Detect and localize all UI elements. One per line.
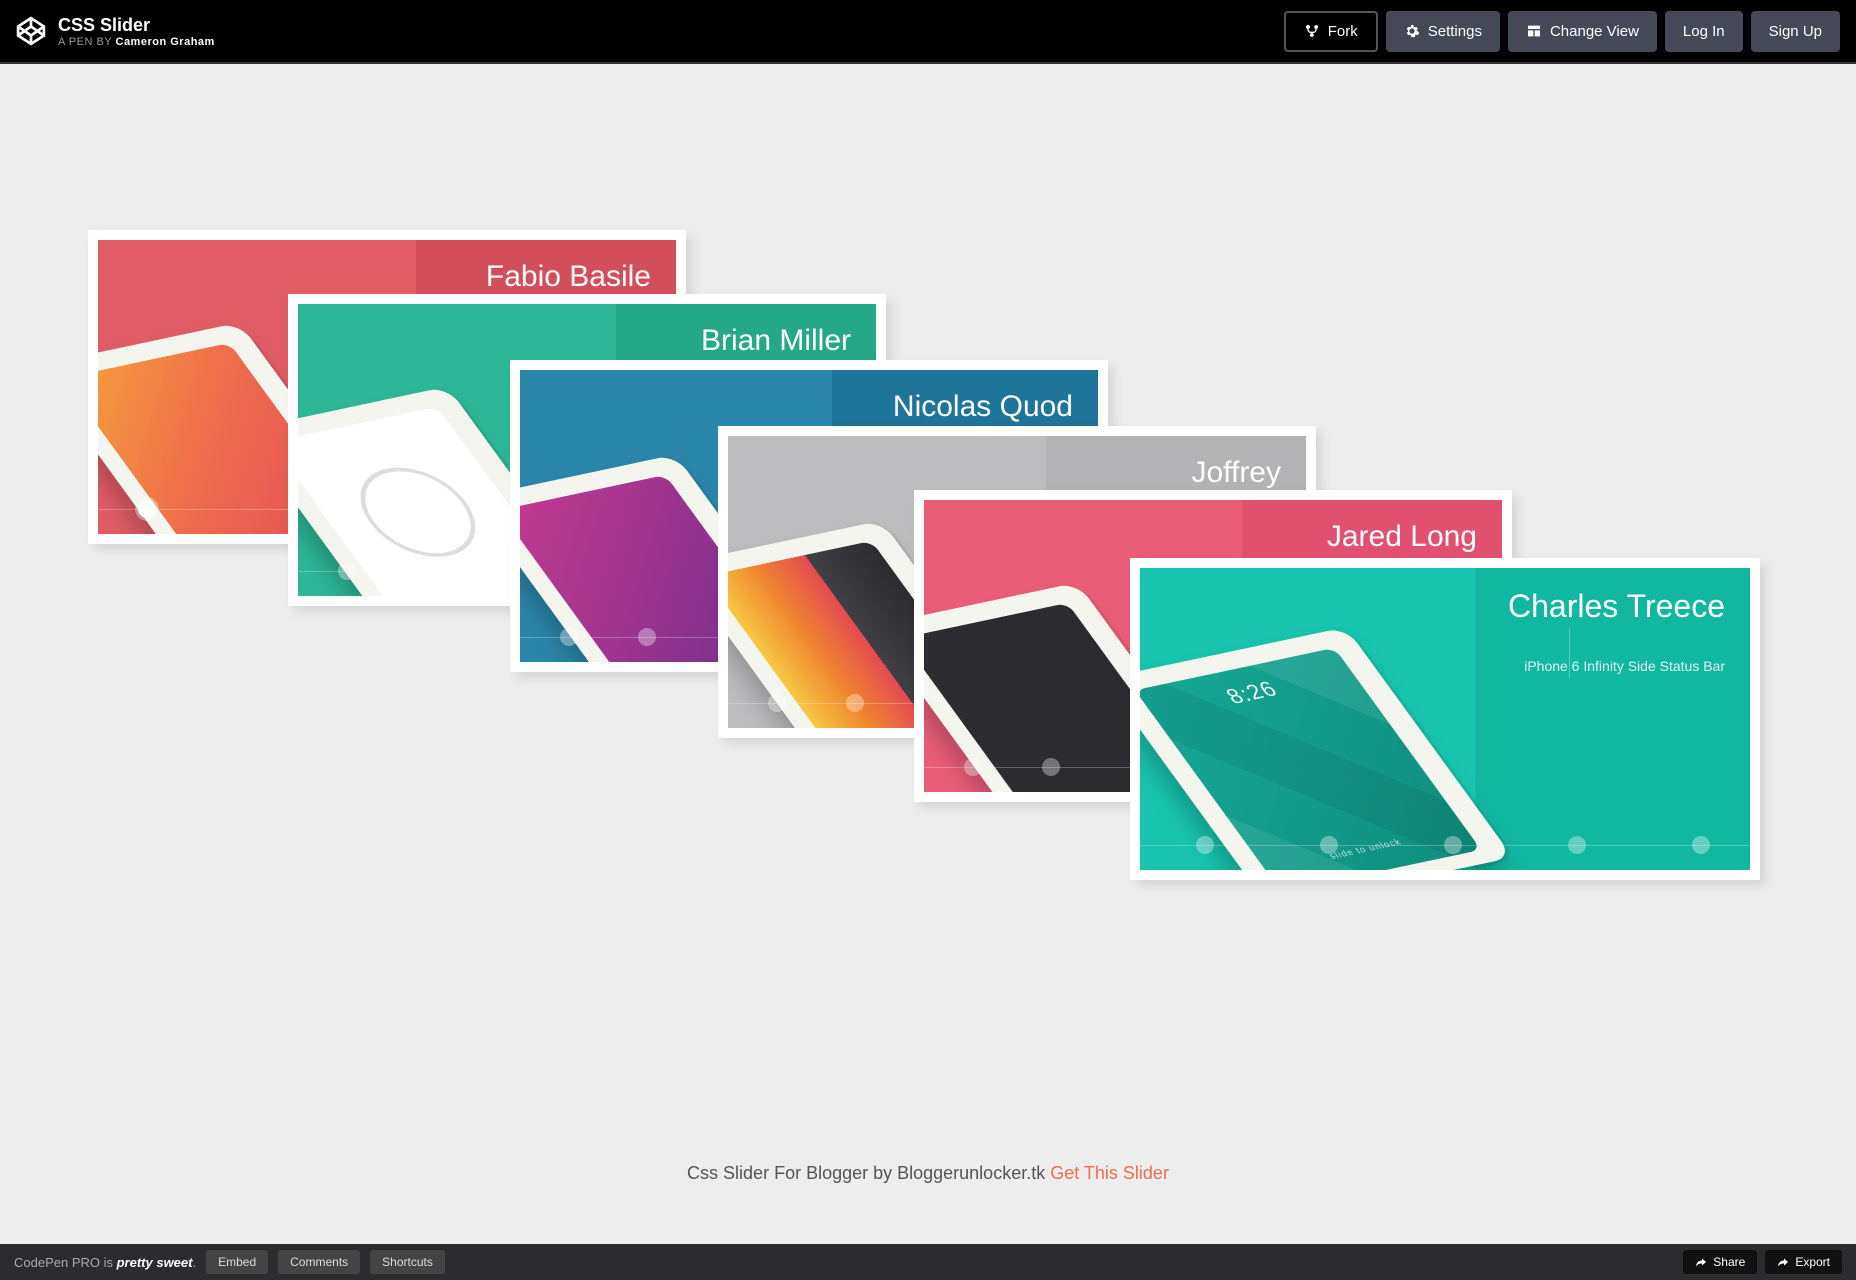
slider-dots: [768, 694, 864, 712]
header: CSS Slider A PEN BY Cameron Graham Fork …: [0, 0, 1856, 64]
slider-dots: [560, 628, 656, 646]
caption-link[interactable]: Get This Slider: [1050, 1163, 1169, 1183]
footer-left: CodePen PRO is pretty sweet. Embed Comme…: [14, 1250, 445, 1274]
promo-suffix: .: [192, 1255, 196, 1270]
signup-button[interactable]: Sign Up: [1751, 11, 1840, 52]
comments-button[interactable]: Comments: [278, 1250, 360, 1274]
share-label: Share: [1713, 1255, 1745, 1269]
slider-dot[interactable]: [846, 694, 864, 712]
change-view-button[interactable]: Change View: [1508, 11, 1657, 52]
card-inner: 8:26 slide to unlock Charles Treece iPho…: [1140, 568, 1750, 870]
slider-dot[interactable]: [138, 500, 156, 518]
slider-dot[interactable]: [1568, 836, 1586, 854]
login-label: Log In: [1683, 23, 1725, 40]
pen-byline: A PEN BY Cameron Graham: [58, 36, 215, 48]
author-link[interactable]: Cameron Graham: [116, 36, 215, 48]
phone-time: 8:26: [1221, 677, 1284, 710]
embed-button[interactable]: Embed: [206, 1250, 268, 1274]
signup-label: Sign Up: [1769, 23, 1822, 40]
slider-card-active[interactable]: 8:26 slide to unlock Charles Treece iPho…: [1130, 558, 1760, 880]
slider-dot[interactable]: [1196, 836, 1214, 854]
slider-dot[interactable]: [964, 758, 982, 776]
byline-prefix: A PEN BY: [58, 36, 116, 48]
fork-button[interactable]: Fork: [1284, 11, 1378, 52]
header-right: Fork Settings Change View Log In Sign Up: [1284, 11, 1840, 52]
fork-icon: [1304, 23, 1320, 39]
promo-bold: pretty sweet: [117, 1255, 193, 1270]
caption-text: Css Slider For Blogger by Bloggerunlocke…: [687, 1163, 1050, 1183]
slider-dot[interactable]: [768, 694, 786, 712]
change-view-label: Change View: [1550, 23, 1639, 40]
promo-text: CodePen PRO is pretty sweet.: [14, 1255, 196, 1270]
footer-right: Share Export: [1683, 1250, 1842, 1274]
export-button[interactable]: Export: [1765, 1250, 1842, 1274]
fork-label: Fork: [1328, 23, 1358, 40]
slider-dots: [964, 758, 1060, 776]
pen-title: CSS Slider: [58, 15, 215, 36]
card-title: Joffrey: [1192, 456, 1282, 490]
card-title: Charles Treece: [1508, 588, 1725, 625]
login-button[interactable]: Log In: [1665, 11, 1743, 52]
card-title: Nicolas Quod: [893, 390, 1073, 424]
footer: CodePen PRO is pretty sweet. Embed Comme…: [0, 1244, 1856, 1280]
export-icon: [1777, 1256, 1789, 1268]
slider-dot[interactable]: [560, 628, 578, 646]
layout-icon: [1526, 23, 1542, 39]
card-title: Fabio Basile: [486, 260, 651, 294]
caption: Css Slider For Blogger by Bloggerunlocke…: [0, 1163, 1856, 1184]
card-title: Jared Long: [1327, 520, 1477, 554]
gear-icon: [1404, 23, 1420, 39]
promo-prefix: CodePen PRO is: [14, 1255, 117, 1270]
card-subtitle: iPhone 6 Infinity Side Status Bar: [1524, 658, 1725, 674]
settings-label: Settings: [1428, 23, 1482, 40]
header-left: CSS Slider A PEN BY Cameron Graham: [16, 15, 215, 48]
settings-button[interactable]: Settings: [1386, 11, 1500, 52]
share-icon: [1695, 1256, 1707, 1268]
slider-dot[interactable]: [416, 562, 434, 580]
slider-dots: [1196, 836, 1750, 854]
slider-dot[interactable]: [1692, 836, 1710, 854]
share-button[interactable]: Share: [1683, 1250, 1757, 1274]
slider-dot[interactable]: [1444, 836, 1462, 854]
codepen-logo-icon[interactable]: [16, 16, 46, 46]
slider-dot[interactable]: [1042, 758, 1060, 776]
slider-dots: [138, 500, 156, 518]
slider-dot[interactable]: [638, 628, 656, 646]
slider-dots: [338, 562, 434, 580]
card-title: Brian Miller: [701, 324, 851, 358]
export-label: Export: [1795, 1255, 1830, 1269]
slider-dot[interactable]: [1320, 836, 1338, 854]
pen-canvas: Fabio Basile Brian Miller Nicolas Quod: [0, 64, 1856, 1244]
title-group: CSS Slider A PEN BY Cameron Graham: [58, 15, 215, 48]
shortcuts-button[interactable]: Shortcuts: [370, 1250, 445, 1274]
slider-dot[interactable]: [338, 562, 356, 580]
